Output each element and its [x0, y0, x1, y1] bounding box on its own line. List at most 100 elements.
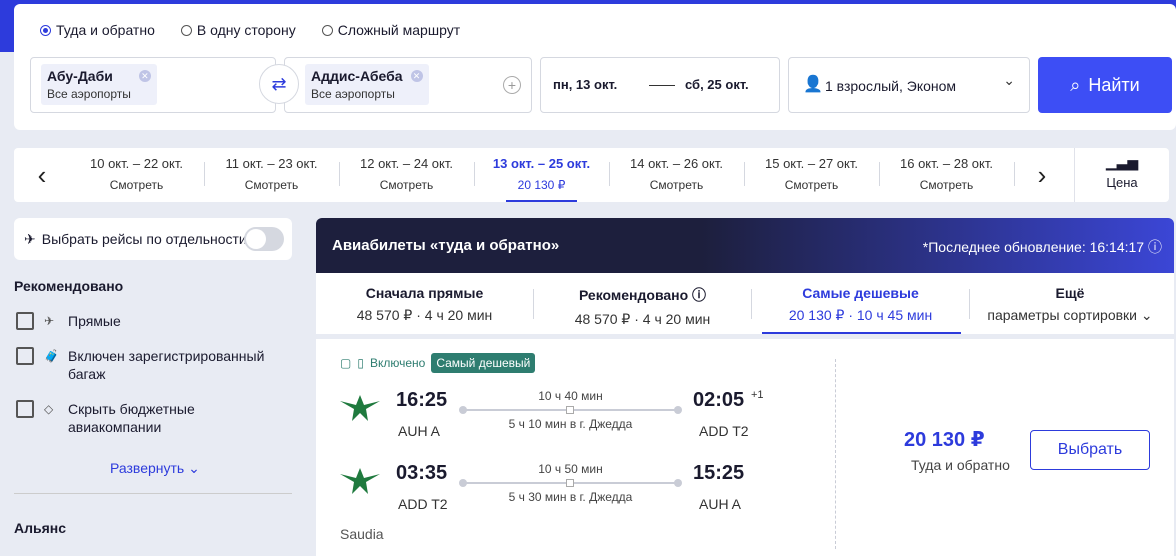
info-icon[interactable]: ⓘ	[1148, 239, 1162, 255]
divider	[14, 493, 292, 494]
expand-link[interactable]: Развернуть ⌄	[110, 460, 200, 477]
date-option[interactable]: 16 окт. – 28 окт. Смотреть	[879, 148, 1014, 202]
ticket-price: 20 130 ₽	[904, 429, 985, 451]
destination-chip: Аддис-Абеба Все аэропорты ✕	[305, 64, 429, 105]
trip-type-multicity[interactable]: Сложный маршрут	[321, 22, 460, 38]
separate-flights-switch[interactable]	[244, 227, 284, 251]
separate-flights-toggle-row: ✈ Выбрать рейсы по отдельности	[14, 218, 292, 260]
arrival-time: 15:25	[693, 462, 745, 484]
checkbox[interactable]	[16, 347, 34, 365]
return-leg: 03:35 ADD T2 10 ч 50 мин 5 ч 30 мин в г.…	[338, 462, 798, 522]
flight-duration: 10 ч 40 мин	[538, 389, 603, 403]
filter-luggage[interactable]: 🧳 Включен зарегистрированный багаж	[16, 347, 276, 383]
arrival-time: 02:05	[693, 389, 745, 411]
carrier-name: Saudia	[340, 526, 384, 542]
swap-cities-button[interactable]: ⇄	[259, 64, 299, 104]
chevron-down-icon: ⌄	[184, 460, 200, 476]
divider	[835, 359, 836, 549]
add-city-icon[interactable]: +	[503, 76, 521, 94]
destination-airports: Все аэропорты	[311, 87, 395, 101]
recommended-heading: Рекомендовано	[14, 278, 124, 294]
sort-direct-first[interactable]: Сначала прямые 48 570 ₽ · 4 ч 20 мин	[316, 285, 533, 324]
destination-field[interactable]: Аддис-Абеба Все аэропорты ✕ +	[284, 57, 532, 113]
sort-tabs: Сначала прямые 48 570 ₽ · 4 ч 20 мин Реко…	[316, 273, 1174, 334]
chevron-left-icon: ‹	[37, 159, 47, 190]
filter-budget[interactable]: ◇ Скрыть бюджетные авиакомпании	[16, 400, 256, 436]
ticket-card[interactable]: ▢ ▯ Включено Самый дешевый 16:25 AUH A 1…	[316, 339, 1174, 556]
bar-chart-icon: ▁▃▅	[1105, 154, 1139, 170]
ticket-badges: ▢ ▯ Включено Самый дешевый	[340, 353, 536, 373]
origin-airports: Все аэропорты	[47, 87, 131, 101]
trip-type-oneway[interactable]: В одну сторону	[180, 22, 296, 38]
departure-airport: ADD T2	[398, 496, 448, 512]
date-from: пн, 13 окт.	[553, 77, 618, 92]
luggage-icon: ▯	[357, 356, 364, 370]
included-label: Включено	[369, 356, 426, 370]
stopover-info: 5 ч 10 мин в г. Джедда	[508, 417, 633, 431]
checkbox[interactable]	[16, 400, 34, 418]
sort-cheapest[interactable]: Самые дешевые 20 130 ₽ · 10 ч 45 мин	[752, 285, 969, 334]
passengers-value: 1 взрослый, Эконом	[825, 78, 957, 94]
destination-city: Аддис-Абеба	[311, 68, 403, 84]
checkbox[interactable]	[16, 312, 34, 330]
passengers-field[interactable]: 👤 1 взрослый, Эконом ⌄	[788, 57, 1030, 113]
arrival-airport: AUH A	[699, 496, 742, 512]
hand-luggage-icon: ▢	[340, 356, 352, 370]
luggage-icon: 🧳	[44, 349, 59, 363]
cheapest-badge: Самый дешевый	[431, 353, 536, 373]
results-header: Авиабилеты «туда и обратно» *Последнее о…	[316, 218, 1174, 273]
select-button[interactable]: Выбрать	[1030, 430, 1150, 470]
next-dates-button[interactable]: ›	[1018, 148, 1066, 202]
sort-recommended[interactable]: Рекомендовано ⓘ 48 570 ₽ · 4 ч 20 мин	[534, 285, 751, 328]
divider	[1014, 162, 1015, 186]
radio-selected-icon	[40, 24, 51, 36]
results-panel: Авиабилеты «туда и обратно» *Последнее о…	[316, 218, 1174, 556]
departure-time: 03:35	[396, 462, 448, 484]
flight-duration: 10 ч 50 мин	[538, 462, 603, 476]
origin-city: Абу-Даби	[47, 68, 113, 84]
radio-icon	[321, 24, 333, 36]
remove-destination-icon[interactable]: ✕	[410, 70, 423, 82]
origin-chip: Абу-Даби Все аэропорты ✕	[41, 64, 157, 105]
sort-more[interactable]: Ещё параметры сортировки ⌄	[970, 285, 1170, 324]
chevron-right-icon: ›	[1037, 159, 1047, 190]
search-form: Туда и обратно В одну сторону Сложный ма…	[14, 4, 1176, 130]
info-icon[interactable]: ⓘ	[692, 287, 706, 303]
saudia-logo-icon	[340, 395, 380, 421]
date-option[interactable]: 12 окт. – 24 окт. Смотреть	[339, 148, 474, 202]
date-option[interactable]: 14 окт. – 26 окт. Смотреть	[609, 148, 744, 202]
chevron-down-icon: ⌄	[1140, 307, 1153, 323]
date-to: сб, 25 окт.	[685, 77, 749, 92]
alliance-heading: Альянс	[14, 520, 67, 536]
stop-marker	[566, 479, 574, 487]
departure-airport: AUH A	[398, 423, 441, 439]
find-button[interactable]: ⌕ Найти	[1038, 57, 1172, 113]
date-option[interactable]: 15 окт. – 27 окт. Смотреть	[744, 148, 879, 202]
origin-field[interactable]: Абу-Даби Все аэропорты ✕	[30, 57, 276, 113]
stop-marker	[566, 406, 574, 414]
dates-field[interactable]: пн, 13 окт. сб, 25 окт.	[540, 57, 780, 113]
remove-origin-icon[interactable]: ✕	[138, 70, 151, 82]
arrival-airport: ADD T2	[699, 423, 749, 439]
day-shift: +1	[751, 389, 764, 401]
direct-flight-icon: ✈	[44, 314, 55, 328]
date-option-selected[interactable]: 13 окт. – 25 окт. 20 130 ₽	[474, 148, 609, 202]
prev-dates-button[interactable]: ‹	[18, 148, 66, 202]
departure-time: 16:25	[396, 389, 448, 411]
tag-icon: ◇	[44, 402, 54, 416]
plane-icon: ✈	[24, 230, 36, 247]
price-subtitle: Туда и обратно	[911, 457, 1010, 473]
last-update: *Последнее обновление: 16:14:17 ⓘ	[922, 239, 1162, 255]
filters-sidebar: ✈ Выбрать рейсы по отдельности Рекомендо…	[0, 218, 305, 556]
date-option[interactable]: 10 окт. – 22 окт. Смотреть	[69, 148, 204, 202]
search-icon: ⌕	[1070, 74, 1081, 95]
trip-type-roundtrip[interactable]: Туда и обратно	[40, 22, 155, 38]
route-line	[459, 479, 682, 487]
price-chart-button[interactable]: ▁▃▅ Цена	[1074, 148, 1169, 202]
route-line	[459, 406, 682, 414]
person-icon: 👤	[803, 76, 823, 93]
stopover-info: 5 ч 30 мин в г. Джедда	[508, 490, 633, 504]
date-option[interactable]: 11 окт. – 23 окт. Смотреть	[204, 148, 339, 202]
outbound-leg: 16:25 AUH A 10 ч 40 мин 5 ч 10 мин в г. …	[338, 389, 798, 449]
filter-direct[interactable]: ✈ Прямые	[16, 312, 121, 330]
